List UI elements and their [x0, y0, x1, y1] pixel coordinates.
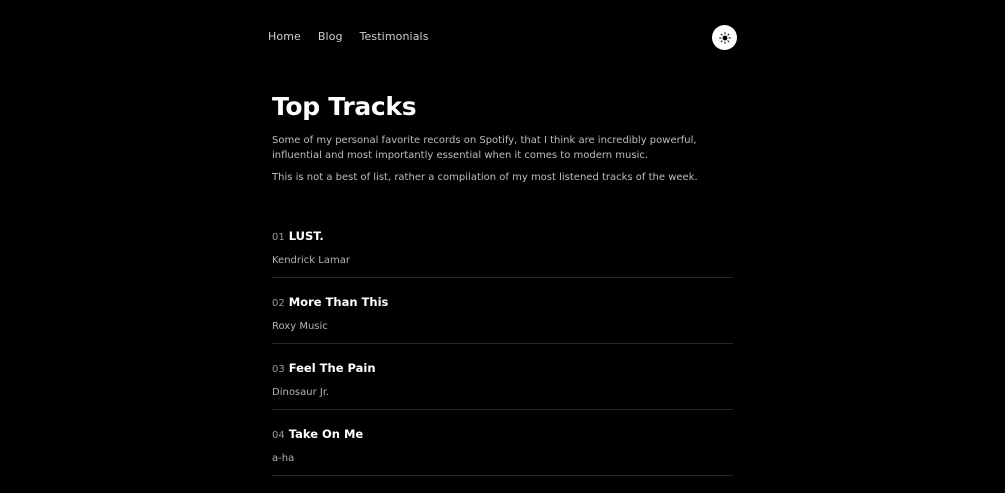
track-artist: Roxy Music	[272, 321, 328, 332]
track-name: Feel The Pain	[288, 361, 376, 375]
page-note: This is not a best of list, rather a com…	[272, 172, 698, 183]
page-description: Some of my personal favorite records on …	[272, 135, 697, 161]
track-header: 04 Take On Me	[272, 427, 363, 441]
page-title: Top Tracks	[272, 92, 417, 121]
track-item[interactable]: 04 Take On Me a-ha	[272, 410, 733, 476]
top-nav: Home Blog Testimonials	[268, 30, 429, 43]
track-number: 03	[272, 364, 285, 375]
track-header: 03 Feel The Pain	[272, 361, 376, 375]
nav-testimonials-link[interactable]: Testimonials	[360, 30, 429, 43]
track-list: 01 LUST. Kendrick Lamar 02 More Than Thi…	[272, 212, 733, 476]
track-item[interactable]: 01 LUST. Kendrick Lamar	[272, 212, 733, 278]
track-number: 02	[272, 298, 285, 309]
track-item[interactable]: 03 Feel The Pain Dinosaur Jr.	[272, 344, 733, 410]
track-artist: Kendrick Lamar	[272, 255, 350, 266]
page: Home Blog Testimonials Top Tracks Some o…	[0, 0, 1005, 493]
intro-section: Top Tracks Some of my personal favorite …	[272, 92, 733, 185]
track-artist: a-ha	[272, 453, 295, 464]
track-number: 04	[272, 430, 285, 441]
track-item[interactable]: 02 More Than This Roxy Music	[272, 278, 733, 344]
nav-blog-link[interactable]: Blog	[318, 30, 343, 43]
track-name: LUST.	[288, 229, 324, 243]
track-header: 02 More Than This	[272, 295, 388, 309]
track-name: Take On Me	[288, 427, 364, 441]
track-header: 01 LUST.	[272, 229, 324, 243]
track-name: More Than This	[288, 295, 389, 309]
sun-icon	[718, 31, 731, 44]
track-number: 01	[272, 232, 285, 243]
nav-home-link[interactable]: Home	[268, 30, 301, 43]
track-artist: Dinosaur Jr.	[272, 387, 330, 398]
theme-toggle-button[interactable]	[712, 25, 737, 50]
